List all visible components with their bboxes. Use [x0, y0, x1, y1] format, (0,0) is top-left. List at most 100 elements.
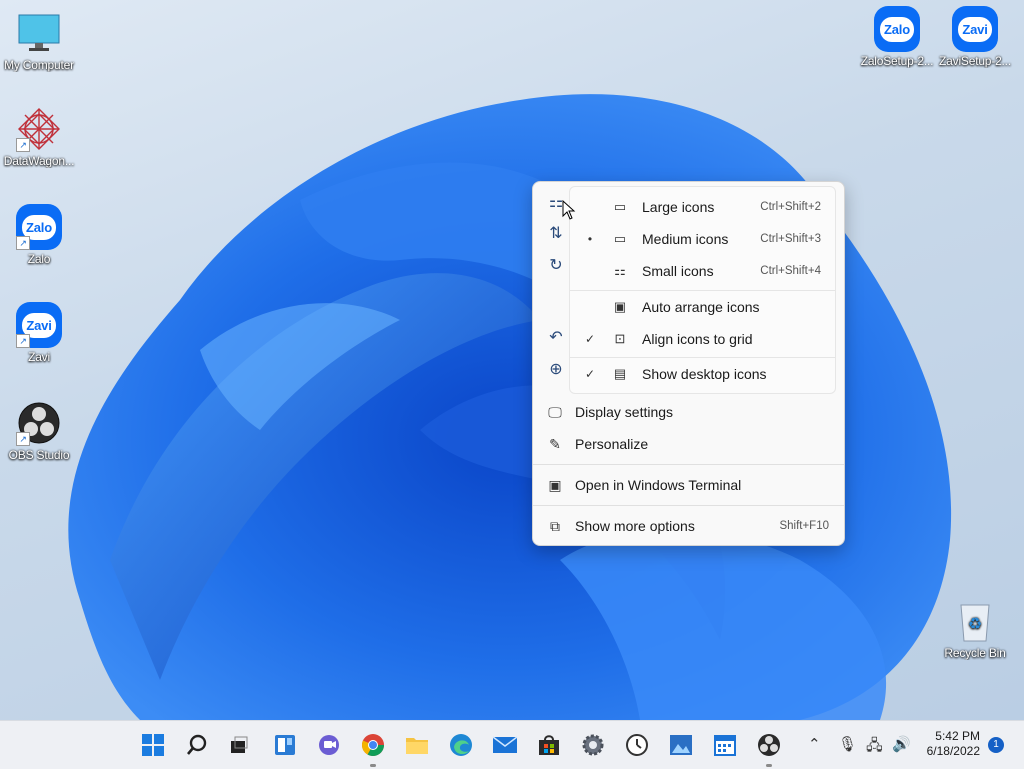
menu-item-label: Small icons: [642, 263, 714, 279]
system-clock[interactable]: 5:42 PM 6/18/2022: [918, 729, 980, 759]
zalo-logo-text: Zalo: [880, 16, 914, 42]
file-explorer-icon[interactable]: [401, 729, 433, 761]
network-icon[interactable]: 🖧: [866, 735, 883, 760]
desktop-icon-obs[interactable]: ↗ OBS Studio: [1, 400, 77, 462]
desktop-icon-zavisetup[interactable]: Zavi ZaviSetup-2...: [937, 6, 1013, 68]
menu-separator: [570, 357, 835, 358]
menu-item-label: Show desktop icons: [642, 366, 767, 382]
menu-separator: [533, 505, 844, 506]
menu-item-shortcut: Ctrl+Shift+3: [760, 233, 821, 245]
chrome-icon[interactable]: [357, 729, 389, 767]
zavi-logo-text: Zavi: [958, 16, 992, 42]
desktop-icon-label: ZaviSetup-2...: [939, 54, 1011, 68]
task-view-icon[interactable]: [223, 729, 255, 761]
menu-item-auto-arrange[interactable]: ▣ Auto arrange icons: [570, 292, 835, 322]
menu-item-label: Show more options: [575, 518, 695, 534]
desktop-icon-recycle-bin[interactable]: ♻ Recycle Bin: [937, 598, 1013, 660]
menu-item-display-settings[interactable]: 🖵 Display settings: [533, 396, 844, 428]
search-icon[interactable]: [181, 729, 213, 761]
mouse-cursor-icon: [562, 200, 576, 220]
obs-taskbar-icon[interactable]: [753, 729, 785, 767]
running-indicator: [370, 764, 376, 767]
menu-item-show-desktop-icons[interactable]: ✓ ▤ Show desktop icons: [570, 359, 835, 389]
teams-chat-icon[interactable]: [313, 729, 345, 761]
widgets-icon[interactable]: [269, 729, 301, 761]
menu-item-align-grid[interactable]: ✓ ⊡ Align icons to grid: [570, 324, 835, 354]
menu-item-personalize[interactable]: ✎ Personalize: [533, 428, 844, 460]
obs-icon: ↗: [16, 400, 62, 446]
edge-icon[interactable]: [445, 729, 477, 761]
check-mark: ✓: [584, 367, 596, 381]
shortcut-arrow-icon: ↗: [16, 138, 30, 152]
menu-item-small-icons[interactable]: ⚏ Small icons Ctrl+Shift+4: [570, 256, 835, 286]
desktop-icon-datawagon[interactable]: ↗ DataWagon...: [1, 106, 77, 168]
zalo-setup-icon: Zalo: [874, 6, 920, 52]
desktop-icon-zalosetup[interactable]: Zalo ZaloSetup-2...: [859, 6, 935, 68]
desktop-icon-zavi[interactable]: Zavi ↗ Zavi: [1, 302, 77, 364]
menu-item-label: Personalize: [575, 436, 649, 452]
new-icon[interactable]: ⊕: [545, 359, 567, 381]
bullet-mark: •: [587, 232, 593, 246]
mail-icon[interactable]: [489, 729, 521, 761]
menu-item-shortcut: Ctrl+Shift+2: [760, 201, 821, 213]
medium-icons-icon: ▭: [613, 231, 627, 246]
shortcut-arrow-icon: ↗: [16, 334, 30, 348]
menu-item-open-terminal[interactable]: ▣ Open in Windows Terminal: [533, 469, 844, 501]
personalize-icon: ✎: [549, 436, 561, 452]
menu-item-label: Open in Windows Terminal: [575, 477, 742, 493]
wallpaper: [68, 94, 952, 720]
menu-item-large-icons[interactable]: ▭ Large icons Ctrl+Shift+2: [570, 192, 835, 222]
view-submenu: ▭ Large icons Ctrl+Shift+2 • ▭ Medium ic…: [569, 186, 836, 394]
store-icon[interactable]: [533, 729, 565, 761]
desktop-icon-zalo[interactable]: Zalo ↗ Zalo: [1, 204, 77, 266]
desktop-icon-my-computer[interactable]: My Computer: [1, 10, 77, 72]
settings-icon[interactable]: [577, 729, 609, 761]
menu-item-show-more-options[interactable]: ⧉ Show more options Shift+F10: [533, 510, 844, 542]
desktop-icon-label: Zalo: [27, 252, 51, 266]
terminal-icon: ▣: [548, 477, 562, 493]
check-mark: ✓: [584, 332, 596, 346]
notification-badge[interactable]: 1: [988, 737, 1004, 753]
chevron-up-icon[interactable]: ⌃: [808, 735, 821, 753]
sort-icon[interactable]: ⇅: [545, 223, 567, 245]
calendar-icon[interactable]: [709, 729, 741, 761]
menu-item-label: Large icons: [642, 199, 715, 215]
photos-icon[interactable]: [665, 729, 697, 761]
show-desktop-icon: ▤: [613, 366, 627, 381]
align-grid-icon: ⊡: [614, 331, 626, 346]
clock-app-icon[interactable]: [621, 729, 653, 761]
menu-item-label: Display settings: [575, 404, 674, 420]
zavi-setup-icon: Zavi: [952, 6, 998, 52]
menu-item-label: Align icons to grid: [642, 331, 753, 347]
volume-icon[interactable]: 🔊: [892, 735, 911, 753]
desktop-icon-label: Recycle Bin: [944, 646, 1006, 660]
auto-arrange-icon: ▣: [613, 299, 627, 314]
desktop-context-menu: ⚏ ⇅ ↻ ↶ ⊕ ▭ Large icons Ctrl+Shift+2 • ▭…: [532, 181, 845, 546]
display-settings-icon: 🖵: [548, 404, 562, 420]
clock-date: 6/18/2022: [926, 744, 980, 758]
menu-item-shortcut: Ctrl+Shift+4: [760, 265, 821, 277]
small-icons-icon: ⚏: [614, 263, 626, 278]
menu-separator: [570, 290, 835, 291]
shortcut-arrow-icon: ↗: [16, 236, 30, 250]
desktop-icon-label: DataWagon...: [3, 154, 75, 168]
svg-text:♻: ♻: [968, 616, 982, 633]
taskbar: ⌃ 🎙 🖧 🔊 5:42 PM 6/18/2022 1: [0, 720, 1024, 769]
start-icon[interactable]: [137, 729, 169, 761]
running-indicator: [766, 764, 772, 767]
menu-item-shortcut: Shift+F10: [779, 520, 829, 532]
menu-item-medium-icons[interactable]: • ▭ Medium icons Ctrl+Shift+3: [570, 224, 835, 254]
desktop-icon-label: OBS Studio: [8, 448, 70, 462]
menu-item-label: Medium icons: [642, 231, 729, 247]
refresh-icon[interactable]: ↻: [545, 255, 567, 277]
shortcut-arrow-icon: ↗: [16, 432, 30, 446]
monitor-icon: [16, 10, 62, 56]
desktop-icon-label: ZaloSetup-2...: [860, 54, 934, 68]
datawagon-icon: ↗: [16, 106, 62, 152]
menu-separator: [533, 464, 844, 465]
menu-item-label: Auto arrange icons: [642, 299, 760, 315]
undo-icon[interactable]: ↶: [545, 327, 567, 349]
zavi-icon: Zavi ↗: [16, 302, 62, 348]
large-icons-icon: ▭: [613, 199, 627, 214]
microphone-icon[interactable]: 🎙: [838, 735, 857, 753]
